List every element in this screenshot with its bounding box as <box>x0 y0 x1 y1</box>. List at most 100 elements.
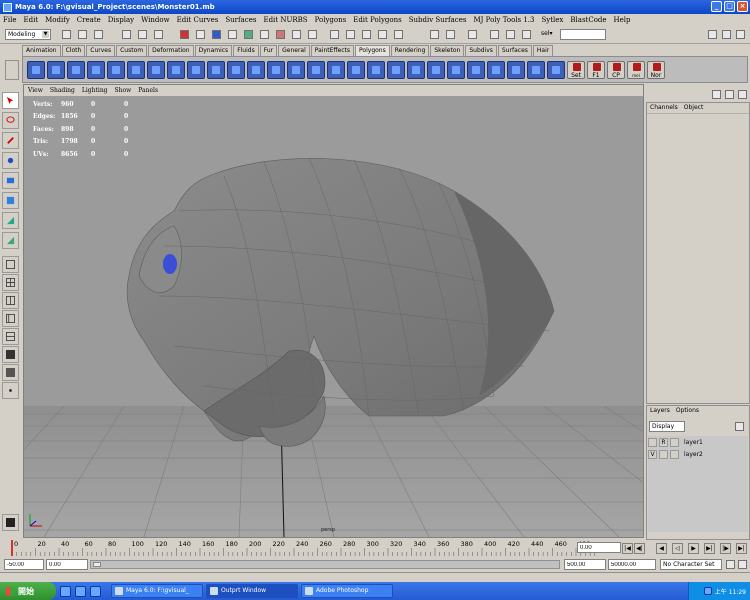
command-line[interactable] <box>0 572 750 582</box>
menu-blastcode[interactable]: BlastCode <box>570 16 606 24</box>
time-slider[interactable]: 0 20 40 60 80 100 120 140 160 180 200 220 240 260 280 3… <box>0 538 600 556</box>
shelf-menu-button[interactable] <box>5 60 19 80</box>
triangulate-icon[interactable] <box>447 60 465 79</box>
menu-edit-polygons[interactable]: Edit Polygons <box>353 16 402 24</box>
merge-vertices-icon[interactable] <box>347 60 365 79</box>
play-backward-button[interactable]: ◁ <box>672 543 683 554</box>
render-icon[interactable] <box>506 30 515 39</box>
layer-display-type[interactable] <box>659 449 668 459</box>
rotate-tool[interactable] <box>2 172 19 189</box>
shelf-cp-button[interactable]: CP <box>607 60 625 79</box>
tab-fur[interactable]: Fur <box>259 45 278 56</box>
select-object-icon[interactable] <box>138 30 147 39</box>
step-back-button[interactable]: ◀ <box>656 543 667 554</box>
create-polygon-icon[interactable] <box>387 60 405 79</box>
taskbar-item-maya[interactable]: Maya 6.0: F:\gvisual_ <box>111 584 203 598</box>
layout-graph-icon[interactable] <box>2 328 19 345</box>
menu-window[interactable]: Window <box>141 16 170 24</box>
tab-deformation[interactable]: Deformation <box>148 45 194 56</box>
layer-menu-layers[interactable]: Layers <box>650 406 670 416</box>
append-polygon-icon[interactable] <box>367 60 385 79</box>
ipr-render-icon[interactable] <box>522 30 531 39</box>
viewport-menu-lighting[interactable]: Lighting <box>82 85 108 96</box>
attribute-editor-icon[interactable] <box>708 30 717 39</box>
checker-uv-icon[interactable] <box>507 60 525 79</box>
open-scene-icon[interactable] <box>78 30 87 39</box>
tab-painteffects[interactable]: PaintEffects <box>310 45 355 56</box>
tab-polygons[interactable]: Polygons <box>355 45 390 56</box>
menu-edit-curves[interactable]: Edit Curves <box>177 16 219 24</box>
lock-selection-icon[interactable] <box>308 30 317 39</box>
layout-hypershade-icon[interactable] <box>2 346 19 363</box>
separate-icon[interactable] <box>187 60 205 79</box>
channel-box-both-icon[interactable] <box>738 90 747 99</box>
menu-display[interactable]: Display <box>108 16 134 24</box>
mirror-icon[interactable] <box>247 60 265 79</box>
go-to-end-button[interactable]: ▶| <box>736 543 747 554</box>
combine-icon[interactable] <box>167 60 185 79</box>
poly-sphere-icon[interactable] <box>27 60 45 79</box>
new-layer-icon[interactable] <box>735 422 744 431</box>
channel-box-menu-channels[interactable]: Channels <box>650 103 678 113</box>
poly-cube-icon[interactable] <box>47 60 65 79</box>
mask-surfaces-icon[interactable] <box>228 30 237 39</box>
menu-edit[interactable]: Edit <box>23 16 38 24</box>
playback-end-field[interactable] <box>564 559 606 570</box>
mask-dynamics-icon[interactable] <box>260 30 269 39</box>
auto-key-icon[interactable] <box>726 560 735 569</box>
paint-select-tool[interactable] <box>2 132 19 149</box>
input-ops-icon[interactable] <box>430 30 439 39</box>
layer-color-swatch[interactable] <box>670 449 679 459</box>
cut-faces-icon[interactable] <box>487 60 505 79</box>
snap-curve-icon[interactable] <box>346 30 355 39</box>
playback-start-field[interactable] <box>46 559 88 570</box>
extrude-face-icon[interactable] <box>267 60 285 79</box>
shelf-set-button[interactable]: Set <box>567 60 585 79</box>
tab-surfaces[interactable]: Surfaces <box>497 45 532 56</box>
mask-misc-icon[interactable] <box>292 30 301 39</box>
boolean-icon[interactable] <box>227 60 245 79</box>
mask-joints-icon[interactable] <box>196 30 205 39</box>
taskbar-item-output-window[interactable]: Outprt Window <box>206 584 298 598</box>
snap-grid-icon[interactable] <box>330 30 339 39</box>
menu-polygons[interactable]: Polygons <box>315 16 347 24</box>
snap-point-icon[interactable] <box>362 30 371 39</box>
go-to-start-button[interactable]: |◀ <box>622 543 633 554</box>
tab-rendering[interactable]: Rendering <box>390 45 430 56</box>
tab-cloth[interactable]: Cloth <box>61 45 86 56</box>
layout-render-icon[interactable] <box>2 364 19 381</box>
channel-box-layers-icon[interactable] <box>725 90 734 99</box>
split-polygon-icon[interactable] <box>327 60 345 79</box>
menu-subdiv-surfaces[interactable]: Subdiv Surfaces <box>409 16 467 24</box>
layer-row[interactable]: V layer2 <box>648 448 748 460</box>
start-button[interactable]: 開始 <box>0 582 56 600</box>
layer-menu-options[interactable]: Options <box>676 406 699 416</box>
channel-box-menu-object[interactable]: Object <box>684 103 704 113</box>
tray-network-icon[interactable] <box>703 587 712 595</box>
menu-mj-poly-tools[interactable]: MJ Poly Tools 1.3 <box>473 16 534 24</box>
animation-start-field[interactable] <box>4 559 44 570</box>
quick-selection-label[interactable]: sel▾ <box>541 30 553 37</box>
viewport-menu-show[interactable]: Show <box>115 85 132 96</box>
menu-edit-nurbs[interactable]: Edit NURBS <box>263 16 307 24</box>
menu-modify[interactable]: Modify <box>45 16 70 24</box>
range-slider[interactable] <box>90 560 560 569</box>
menu-surfaces[interactable]: Surfaces <box>225 16 256 24</box>
step-forward-button[interactable]: ▶| <box>704 543 715 554</box>
mask-curves-icon[interactable] <box>212 30 221 39</box>
step-back-key-button[interactable]: ◀| <box>634 543 645 554</box>
tab-custom[interactable]: Custom <box>116 45 148 56</box>
animation-prefs-icon[interactable] <box>738 560 747 569</box>
select-tool[interactable] <box>2 92 19 109</box>
quicklaunch-ie-icon[interactable] <box>60 585 71 597</box>
play-forward-button[interactable]: ▶ <box>688 543 699 554</box>
viewport-menu-view[interactable]: View <box>28 85 43 96</box>
layer-type-select[interactable]: Display <box>649 421 685 432</box>
minimize-button[interactable]: _ <box>711 1 722 12</box>
select-component-icon[interactable] <box>154 30 163 39</box>
viewport-menu-panels[interactable]: Panels <box>138 85 158 96</box>
lasso-tool[interactable] <box>2 112 19 129</box>
shelf-nor-button[interactable]: Nor <box>647 60 665 79</box>
shelf-f1-button[interactable]: F1 <box>587 60 605 79</box>
channel-box-view-icon[interactable] <box>712 90 721 99</box>
